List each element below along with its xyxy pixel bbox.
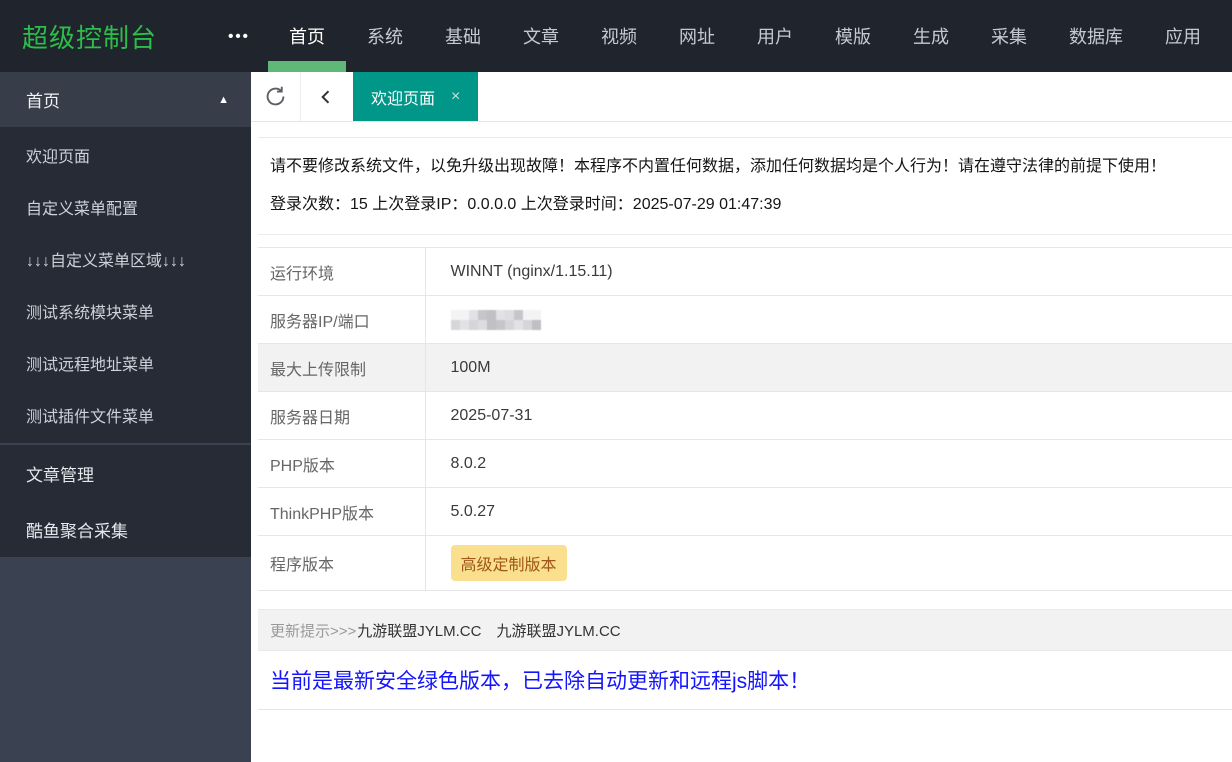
info-value-cell [425, 295, 1232, 344]
system-info-table: 运行环境 WINNT (nginx/1.15.11) 服务器IP/端口 最大上传限制 1… [258, 247, 1232, 591]
topnav-item[interactable]: 数据库 [1048, 0, 1144, 72]
info-label-cell: 服务器IP/端口 [258, 295, 426, 344]
topnav-item-label: 生成 [913, 27, 949, 47]
table-row: PHP版本 8.0.2 [258, 439, 1232, 488]
version-status-notice: 当前是最新安全绿色版本，已去除自动更新和远程js脚本！ [258, 661, 1232, 710]
table-row: 运行环境 WINNT (nginx/1.15.11) [258, 247, 1232, 296]
more-icon[interactable]: ••• [210, 0, 268, 72]
topnav-item[interactable]: 生成 [892, 0, 970, 72]
close-icon[interactable]: × [451, 88, 460, 106]
topnav-item[interactable]: 系统 [346, 0, 424, 72]
sidebar-item[interactable]: 测试插件文件菜单 [0, 389, 251, 441]
table-row: 服务器日期 2025-07-31 [258, 391, 1232, 440]
topnav-item-label: 文章 [523, 27, 559, 47]
system-notice-panel: 请不要修改系统文件，以免升级出现故障！本程序不内置任何数据，添加任何数据均是个人… [258, 137, 1232, 235]
sidebar-item[interactable]: 测试系统模块菜单 [0, 285, 251, 337]
sidebar-group-header[interactable]: 文章管理 [0, 445, 251, 501]
sidebar-item[interactable]: 自定义菜单配置 [0, 181, 251, 233]
info-label-cell: 最大上传限制 [258, 343, 426, 392]
topnav-item-label: 网址 [679, 27, 715, 47]
sidebar-item[interactable]: ↓↓↓自定义菜单区域↓↓↓ [0, 233, 251, 285]
table-row: 程序版本 高级定制版本 [258, 535, 1232, 591]
topnav-item-label: 应用 [1165, 27, 1201, 47]
info-value-cell: 100M [425, 343, 1232, 392]
top-navigation: 首页 系统 基础 文章 视频 网址 用户 模版 生成 采集 数据库 应用 [268, 0, 1222, 72]
topnav-item-label: 基础 [445, 27, 481, 47]
refresh-button[interactable] [251, 72, 301, 121]
tab-welcome-page[interactable]: 欢迎页面 × [353, 72, 479, 121]
chevron-left-icon [321, 89, 330, 104]
last-time-value: 2025-07-29 01:47:39 [632, 196, 782, 213]
topnav-item-label: 用户 [757, 27, 793, 47]
main-content: 欢迎页面 × 请不要修改系统文件，以免升级出现故障！本程序不内置任何数据，添加任… [251, 72, 1232, 762]
table-row: 最大上传限制 100M [258, 343, 1232, 392]
active-nav-indicator [268, 61, 346, 72]
tab-label: 欢迎页面 [371, 90, 436, 108]
sidebar-group-home[interactable]: 首页 ▲ [0, 72, 251, 127]
chevron-up-icon: ▲ [218, 93, 229, 106]
last-ip-value: 0.0.0.0 [467, 196, 517, 213]
notice-warning-text: 请不要修改系统文件，以免升级出现故障！本程序不内置任何数据，添加任何数据均是个人… [270, 158, 1167, 175]
login-count-value: 15 [350, 196, 368, 213]
topnav-item[interactable]: 首页 [268, 0, 346, 72]
update-hint-strip: 更新提示>>> 九游联盟JYLM.CC 九游联盟JYLM.CC [258, 609, 1232, 651]
sidebar-collapsed-groups: 文章管理 酷鱼聚合采集 [0, 445, 251, 557]
info-value-cell: 2025-07-31 [425, 391, 1232, 440]
sidebar-group-header[interactable]: 酷鱼聚合采集 [0, 501, 251, 557]
app-logo: 超级控制台 [22, 22, 158, 53]
update-hint-label: 更新提示>>> [270, 622, 357, 640]
info-label-cell: ThinkPHP版本 [258, 487, 426, 536]
version-badge: 高级定制版本 [450, 545, 567, 581]
table-row: ThinkPHP版本 5.0.27 [258, 487, 1232, 536]
table-row: 服务器IP/端口 [258, 295, 1232, 344]
sidebar: 首页 ▲ 欢迎页面 自定义菜单配置 ↓↓↓自定义菜单区域↓↓↓ 测试系统模块菜单 测试远… [0, 72, 251, 762]
topnav-item-label: 系统 [367, 27, 403, 47]
topnav-item[interactable]: 应用 [1144, 0, 1222, 72]
tab-bar: 欢迎页面 × [251, 72, 1232, 122]
topnav-item-label: 模版 [835, 27, 871, 47]
sidebar-item[interactable]: 测试远程地址菜单 [0, 337, 251, 389]
info-label-cell: PHP版本 [258, 439, 426, 488]
server-ip-redacted [450, 309, 1232, 330]
refresh-icon [266, 86, 285, 106]
sidebar-group-home-label: 首页 [26, 92, 60, 111]
last-ip-label: 上次登录IP： [372, 196, 468, 213]
info-value-cell: WINNT (nginx/1.15.11) [425, 247, 1232, 296]
topnav-item[interactable]: 基础 [424, 0, 502, 72]
info-label-cell: 程序版本 [258, 535, 426, 591]
login-count-label: 登录次数： [270, 196, 351, 213]
topnav-item[interactable]: 采集 [970, 0, 1048, 72]
topnav-item[interactable]: 用户 [736, 0, 814, 72]
update-hint-text: 九游联盟JYLM.CC 九游联盟JYLM.CC [357, 622, 621, 640]
topnav-item[interactable]: 网址 [658, 0, 736, 72]
sidebar-submenu: 欢迎页面 自定义菜单配置 ↓↓↓自定义菜单区域↓↓↓ 测试系统模块菜单 测试远程地址菜单… [0, 127, 251, 445]
last-time-label: 上次登录时间： [520, 196, 633, 213]
login-info-line: 登录次数：15 上次登录IP：0.0.0.0 上次登录时间：2025-07-29… [270, 186, 1232, 224]
topnav-item[interactable]: 文章 [502, 0, 580, 72]
prev-tab-button[interactable] [301, 72, 351, 121]
info-value-cell: 高级定制版本 [425, 535, 1232, 591]
topnav-item-label: 采集 [991, 27, 1027, 47]
info-label-cell: 运行环境 [258, 247, 426, 296]
topnav-item[interactable]: 视频 [580, 0, 658, 72]
topnav-item-label: 数据库 [1069, 27, 1123, 47]
info-value-cell: 8.0.2 [425, 439, 1232, 488]
topbar: 超级控制台 ••• 首页 系统 基础 文章 视频 网址 用户 模版 生成 采集 数据库 应用 [0, 0, 1232, 72]
topnav-item-label: 首页 [289, 27, 325, 47]
sidebar-item[interactable]: 欢迎页面 [0, 129, 251, 181]
info-value-cell: 5.0.27 [425, 487, 1232, 536]
topnav-item[interactable]: 模版 [814, 0, 892, 72]
topnav-item-label: 视频 [601, 27, 637, 47]
info-label-cell: 服务器日期 [258, 391, 426, 440]
